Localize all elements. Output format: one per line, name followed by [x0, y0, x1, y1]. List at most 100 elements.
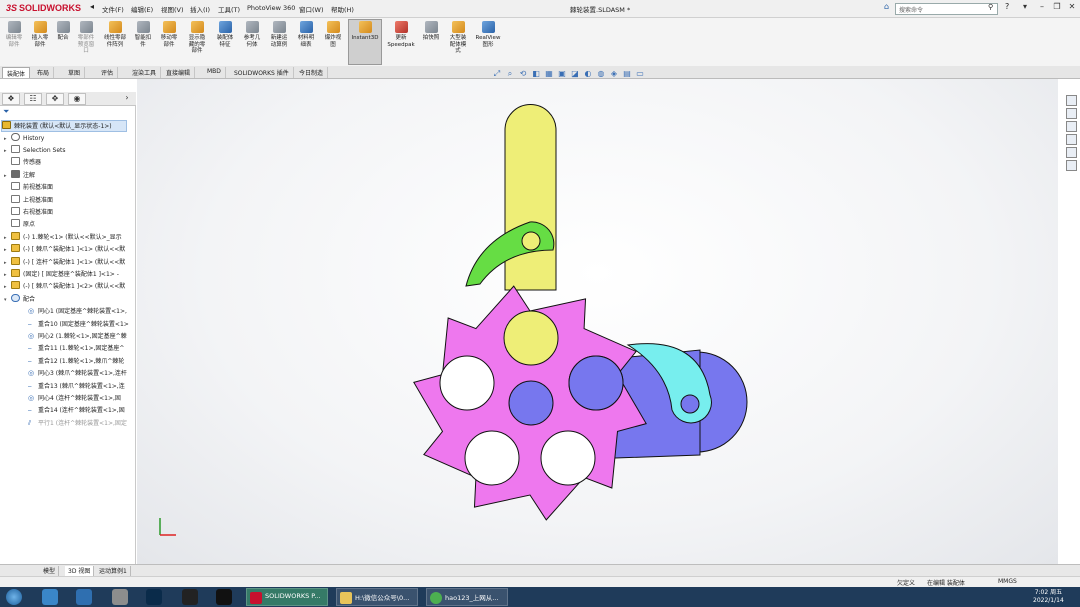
menu-edit[interactable]: 编辑(E): [131, 4, 153, 14]
large-assembly-button[interactable]: 大型装 配体模 式: [444, 20, 472, 55]
resources-icon[interactable]: [1066, 95, 1077, 106]
mate-item[interactable]: ⎯ 重合13 (棘爪^棘轮装置<1>,连: [28, 381, 136, 393]
taskbar-app-icon[interactable]: [182, 589, 198, 605]
mate-item[interactable]: ◎ 同心1 (固定基座^棘轮装置<1>,: [28, 306, 136, 318]
help-dropdown-icon[interactable]: ▾: [1018, 2, 1032, 15]
mate-item[interactable]: ⫽ 平行1 (连杆^棘轮装置<1>,固定: [28, 418, 136, 430]
tree-item[interactable]: 上视基准面: [4, 194, 136, 207]
edit-component-button[interactable]: 编辑零 部件: [2, 20, 26, 48]
start-button-icon[interactable]: [6, 589, 22, 605]
tree-item[interactable]: ▸ (-) 1.棘轮<1> (默认<<默认>_显示: [4, 231, 136, 244]
lower-pawl-pin[interactable]: [680, 394, 700, 414]
bom-button[interactable]: 材料明 细表: [294, 20, 318, 48]
feature-tree-tab-icon[interactable]: ❖: [2, 93, 20, 105]
explode-view-button[interactable]: 爆炸视 图: [320, 20, 346, 48]
expand-arrow-icon[interactable]: ▸: [4, 136, 11, 142]
linear-pattern-button[interactable]: 线性零部 件阵列: [100, 20, 130, 48]
menu-file[interactable]: 文件(F): [102, 4, 124, 14]
taskbar-solidworks[interactable]: SOLIDWORKS P...: [246, 588, 328, 606]
view-palette-icon[interactable]: [1066, 134, 1077, 145]
expand-arrow-icon[interactable]: ▸: [4, 235, 11, 241]
edit-appearance-icon[interactable]: ◍: [596, 69, 606, 78]
minimize-button[interactable]: –: [1035, 2, 1049, 15]
tab-render-tools[interactable]: 渲染工具: [128, 67, 162, 78]
tab-assembly[interactable]: 装配体: [2, 67, 31, 78]
tab-mbd[interactable]: MBD: [203, 67, 226, 78]
previous-view-icon[interactable]: ⟲: [518, 69, 528, 78]
tree-item[interactable]: ▸ (-) [ 棘爪^装配体1 ]<1> (默认<<默: [4, 244, 136, 256]
taskbar-folder[interactable]: H:\微信公众号\0...: [336, 588, 418, 606]
menu-help[interactable]: 帮助(H): [331, 4, 354, 14]
instant3d-button[interactable]: Instant3D: [348, 19, 382, 65]
expand-arrow-icon[interactable]: ▸: [4, 148, 11, 154]
mate-button[interactable]: 配合: [54, 20, 72, 42]
search-commands-input[interactable]: 搜索命令: [895, 3, 998, 15]
expand-arrow-icon[interactable]: ▸: [4, 272, 11, 278]
expand-arrow-icon[interactable]: ▾: [4, 297, 11, 303]
design-library-icon[interactable]: [1066, 108, 1077, 119]
tree-item[interactable]: 前视基准面: [4, 182, 136, 194]
update-speedpak-button[interactable]: 更新 Speedpak: [386, 20, 416, 48]
menu-photoview[interactable]: PhotoView 360: [247, 4, 295, 12]
tree-item[interactable]: ▸ (-) [ 连杆^装配体1 ]<1> (默认<<默: [4, 256, 136, 269]
taskbar-app-icon[interactable]: [42, 589, 58, 605]
tree-item[interactable]: 右视基准面: [4, 206, 136, 219]
appearances-icon[interactable]: [1066, 147, 1077, 158]
mate-item[interactable]: ◎ 同心4 (连杆^棘轮装置<1>,固: [28, 393, 136, 405]
home-icon[interactable]: ⌂: [884, 2, 889, 11]
insert-component-button[interactable]: 插入零 部件: [28, 20, 52, 48]
mate-item[interactable]: ⎯ 重合12 (1.棘轮<1>,棘爪^棘轮: [28, 356, 136, 368]
ratchet-hole[interactable]: [439, 355, 495, 411]
tab-model[interactable]: 模型: [40, 566, 60, 576]
panel-collapse-icon[interactable]: ›: [118, 93, 136, 105]
expand-arrow-icon[interactable]: ▸: [4, 247, 11, 253]
menu-insert[interactable]: 插入(I): [190, 4, 210, 14]
tree-item[interactable]: 原点: [4, 219, 136, 231]
tree-item[interactable]: ▸ History: [4, 132, 136, 145]
move-component-button[interactable]: 移动零 部件: [156, 20, 182, 48]
filter-icon[interactable]: ⏷: [3, 107, 9, 116]
custom-properties-icon[interactable]: [1066, 160, 1077, 171]
solidworks-logo[interactable]: 3S SOLIDWORKS: [6, 3, 81, 13]
section-view-icon[interactable]: ◧: [531, 69, 541, 78]
display-style-icon[interactable]: ◪: [570, 69, 580, 78]
assembly-feature-button[interactable]: 装配体 特征: [212, 20, 238, 48]
show-hidden-button[interactable]: 显示隐 藏的零 部件: [184, 20, 210, 55]
motion-study-button[interactable]: 新建运 动算例: [266, 20, 292, 48]
tree-item[interactable]: ▾ 配合: [4, 293, 136, 306]
restore-button[interactable]: ❐: [1050, 2, 1064, 15]
zoom-area-icon[interactable]: ⌕: [505, 69, 515, 78]
expand-arrow-icon[interactable]: ▸: [4, 284, 11, 290]
tab-direct-edit[interactable]: 直接编辑: [162, 67, 196, 78]
unit-system[interactable]: MMGS: [998, 578, 1017, 585]
tab-solidworks-addins[interactable]: SOLIDWORKS 插件: [230, 67, 294, 78]
hide-show-icon[interactable]: ◐: [583, 69, 593, 78]
zoom-to-fit-icon[interactable]: ⤢: [492, 69, 502, 78]
expand-arrow-icon[interactable]: ▸: [4, 173, 11, 179]
base-through-hole[interactable]: [568, 355, 624, 411]
display-pane-icon[interactable]: ▭: [635, 69, 645, 78]
tree-root-assembly[interactable]: 棘轮装置 (默认<默认_显示状态-1>): [1, 120, 127, 132]
dynamic-annotation-icon[interactable]: ▦: [544, 69, 554, 78]
configuration-tab-icon[interactable]: ✥: [46, 93, 64, 105]
tree-item[interactable]: ▸ Selection Sets: [4, 144, 136, 157]
ratchet-hole[interactable]: [464, 430, 520, 486]
mate-item[interactable]: ◎ 同心3 (棘爪^棘轮装置<1>,连杆: [28, 368, 136, 380]
mate-item[interactable]: ⎯ 重合11 (1.棘轮<1>,固定基座^: [28, 343, 136, 355]
preview-window-button[interactable]: 零部件 预览窗 口: [73, 20, 99, 55]
center-hub[interactable]: [508, 380, 554, 426]
property-manager-tab-icon[interactable]: ☷: [24, 93, 42, 105]
display-manager-tab-icon[interactable]: ◉: [68, 93, 86, 105]
apply-scene-icon[interactable]: ◈: [609, 69, 619, 78]
upper-pawl-pin[interactable]: [521, 231, 541, 251]
taskbar-app-icon[interactable]: [76, 589, 92, 605]
tab-evaluate[interactable]: 评估: [97, 67, 119, 78]
graphics-viewport[interactable]: ⤢ ⌕ ⟲ ◧ ▦ ▣ ◪ ◐ ◍ ◈ ▤ ▭: [137, 69, 1058, 564]
tree-item[interactable]: 传感器: [4, 157, 136, 169]
link-bar[interactable]: [504, 104, 557, 291]
menu-pin-icon[interactable]: ◂: [90, 2, 94, 11]
photoshop-icon[interactable]: [146, 589, 162, 605]
ratchet-hole[interactable]: [540, 430, 596, 486]
realview-button[interactable]: RealView 图形: [474, 20, 502, 48]
mate-item[interactable]: ⎯ 重合10 (固定基座^棘轮装置<1>: [28, 319, 136, 331]
